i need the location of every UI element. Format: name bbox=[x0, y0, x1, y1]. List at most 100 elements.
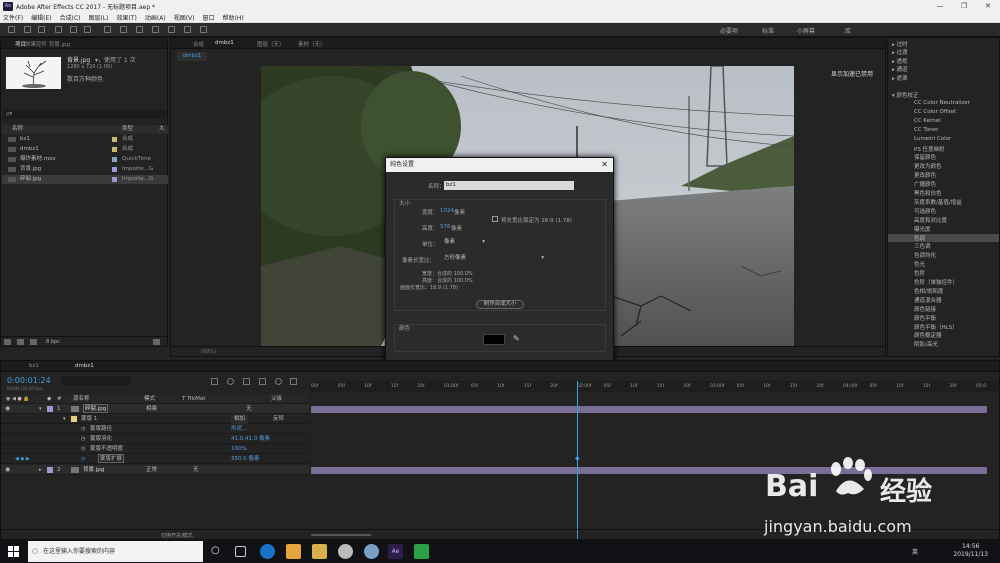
camera-tool-icon[interactable] bbox=[70, 26, 77, 33]
expand-twirl-icon[interactable]: ▸ bbox=[39, 465, 42, 475]
taskbar-search-input[interactable]: 在这里输入你要搜索的内容 bbox=[28, 541, 203, 562]
clone-tool-icon[interactable] bbox=[152, 26, 159, 33]
fx-item[interactable]: 可选颜色 bbox=[914, 207, 936, 215]
layer-label-swatch[interactable] bbox=[47, 406, 53, 412]
zoom-tool-icon[interactable] bbox=[38, 26, 45, 33]
color-swatch[interactable] bbox=[483, 334, 505, 345]
comp-subtab[interactable]: dmbz1 bbox=[177, 52, 207, 61]
column-source-name[interactable]: 源名称 bbox=[73, 394, 90, 404]
fx-category-expanded[interactable]: ▾ 颜色校正 bbox=[892, 91, 919, 99]
property-row[interactable]: ◷ 蒙版不透明度 100% bbox=[1, 444, 309, 454]
fx-item[interactable]: PS 任意映射 bbox=[914, 145, 945, 153]
fx-item[interactable]: CC Color Offset bbox=[914, 109, 956, 115]
visibility-eye-icon[interactable]: ◉ bbox=[5, 465, 10, 475]
fx-item[interactable]: 颜色稳定器 bbox=[914, 331, 942, 339]
dialog-close-icon[interactable]: ✕ bbox=[601, 158, 608, 172]
new-folder-icon[interactable] bbox=[17, 339, 24, 345]
rotate-tool-icon[interactable] bbox=[55, 26, 62, 33]
mask-invert-toggle[interactable]: 反转 bbox=[273, 414, 284, 424]
column-trkmat[interactable]: T TrkMat bbox=[182, 394, 205, 404]
current-timecode[interactable]: 0:00:01:24 bbox=[7, 376, 51, 385]
fx-item[interactable]: 高度和对比度 bbox=[914, 216, 947, 224]
fx-item[interactable]: Lumetri Color bbox=[914, 136, 951, 142]
fx-item[interactable]: 曝光度 bbox=[914, 225, 931, 233]
stopwatch-icon[interactable]: ◷ bbox=[81, 434, 85, 444]
brush-tool-icon[interactable] bbox=[136, 26, 143, 33]
stopwatch-active-icon[interactable]: ◷ bbox=[81, 454, 85, 464]
fx-item[interactable]: 阴影/高光 bbox=[914, 340, 938, 348]
fx-item[interactable]: 颜色链接 bbox=[914, 305, 936, 313]
hand-tool-icon[interactable] bbox=[24, 26, 31, 33]
property-value[interactable]: 41.0,41.0 像素 bbox=[231, 434, 270, 444]
fx-category[interactable]: ▸ 透视 bbox=[892, 57, 908, 65]
menu-view[interactable]: 视图(V) bbox=[174, 13, 195, 22]
fx-item[interactable]: CC Color Neutralizer bbox=[914, 100, 970, 106]
layer-parent[interactable]: 无 bbox=[246, 404, 252, 414]
layer-parent[interactable]: 无 bbox=[193, 465, 199, 475]
workspace-small-screen[interactable]: 小屏幕 bbox=[797, 26, 815, 35]
task-view-icon[interactable] bbox=[235, 546, 246, 557]
time-ruler[interactable]: 00f 05f 10f 15f 20f 01:00f 05f 10f 15f 20f 02:00f 0… bbox=[309, 381, 999, 393]
menu-file[interactable]: 文件(F) bbox=[3, 13, 23, 22]
property-value[interactable]: 100% bbox=[231, 444, 247, 454]
layer-name[interactable]: 背景.jpg bbox=[83, 465, 104, 475]
toggle-switches-modes-button[interactable]: 切换开关/模式 bbox=[161, 532, 193, 539]
shy-layers-icon[interactable] bbox=[243, 378, 250, 385]
column-size[interactable]: 大 bbox=[159, 125, 165, 134]
tab-timeline-dmbz1[interactable]: dmbz1 bbox=[75, 363, 94, 369]
mask-color-swatch[interactable] bbox=[71, 416, 77, 422]
mask-tool-icon[interactable] bbox=[104, 26, 111, 33]
pixel-aspect-dropdown[interactable]: 方形像素 ▾ bbox=[442, 254, 547, 263]
stopwatch-icon[interactable]: ◷ bbox=[81, 444, 85, 454]
height-input[interactable]: 576 bbox=[440, 224, 451, 230]
workspace-libraries[interactable]: 库 bbox=[845, 26, 851, 35]
menu-help[interactable]: 帮助(H) bbox=[223, 13, 244, 22]
mask-twirl-icon[interactable]: ▾ bbox=[63, 414, 66, 424]
type-tool-icon[interactable] bbox=[120, 26, 127, 33]
selection-tool-icon[interactable] bbox=[8, 26, 15, 33]
project-item-selected[interactable]: 碎裂.jpg Importe...G bbox=[2, 175, 168, 184]
puppet-tool-icon[interactable] bbox=[200, 26, 207, 33]
browser-icon[interactable] bbox=[364, 544, 379, 559]
mask-mode-dropdown[interactable]: 相加 bbox=[231, 414, 249, 424]
minimize-icon[interactable]: — bbox=[928, 0, 952, 12]
close-icon[interactable]: ✕ bbox=[976, 0, 1000, 12]
expand-twirl-icon[interactable]: ▾ bbox=[39, 404, 42, 414]
fx-item[interactable]: 通道混合器 bbox=[914, 296, 942, 304]
frame-blending-icon[interactable] bbox=[259, 378, 266, 385]
fx-item[interactable]: 更改颜色 bbox=[914, 171, 936, 179]
app-icon[interactable] bbox=[286, 544, 301, 559]
comp-mini-flowchart-icon[interactable] bbox=[211, 378, 218, 385]
fx-item[interactable]: 色阶（单独控件） bbox=[914, 278, 958, 286]
workspace-standard[interactable]: 标准 bbox=[762, 26, 774, 35]
lock-aspect-checkbox[interactable] bbox=[492, 216, 498, 222]
fx-item[interactable]: 广播颜色 bbox=[914, 180, 936, 188]
fx-category[interactable]: ▸ 过渡 bbox=[892, 48, 908, 56]
new-composition-icon[interactable] bbox=[30, 339, 37, 345]
timeline-search-input[interactable] bbox=[61, 376, 131, 385]
width-input[interactable]: 1024 bbox=[440, 208, 454, 214]
zoom-slider[interactable] bbox=[311, 534, 371, 536]
menu-edit[interactable]: 编辑(E) bbox=[31, 13, 51, 22]
project-search-input[interactable]: ρ▾ bbox=[4, 110, 166, 119]
layer-name[interactable]: 碎裂.jpg bbox=[83, 404, 109, 413]
workspace-essentials[interactable]: 必要项 bbox=[720, 26, 738, 35]
interpret-footage-icon[interactable] bbox=[4, 339, 11, 345]
after-effects-taskbar-icon[interactable]: Ae bbox=[388, 544, 403, 559]
mask-name[interactable]: 蒙版 1 bbox=[81, 414, 97, 424]
fx-item[interactable]: CC Toner bbox=[914, 127, 938, 133]
app-icon[interactable] bbox=[338, 544, 353, 559]
name-input[interactable]: bz1 bbox=[444, 181, 574, 190]
roto-tool-icon[interactable] bbox=[184, 26, 191, 33]
fx-item[interactable]: 色光 bbox=[914, 260, 925, 268]
property-row-keyframed[interactable]: ◀ ◆ ▶ ◷ 蒙版扩展 350.0 像素 bbox=[1, 454, 309, 464]
layer-mode[interactable]: 相乘 bbox=[146, 404, 157, 414]
column-type[interactable]: 类型 bbox=[122, 125, 133, 134]
tab-timeline-bz1[interactable]: bz1 bbox=[29, 363, 39, 369]
magnification-dropdown[interactable]: (99%) bbox=[201, 349, 216, 355]
tab-effect-controls[interactable]: 效果控件 背景.jpg bbox=[25, 40, 70, 48]
visibility-eye-icon[interactable]: ◉ bbox=[5, 404, 10, 414]
fx-category[interactable]: ▸ 过时 bbox=[892, 40, 908, 48]
fx-item[interactable]: 颜色平衡（HLS） bbox=[914, 323, 958, 331]
maximize-icon[interactable]: ❐ bbox=[952, 0, 976, 12]
